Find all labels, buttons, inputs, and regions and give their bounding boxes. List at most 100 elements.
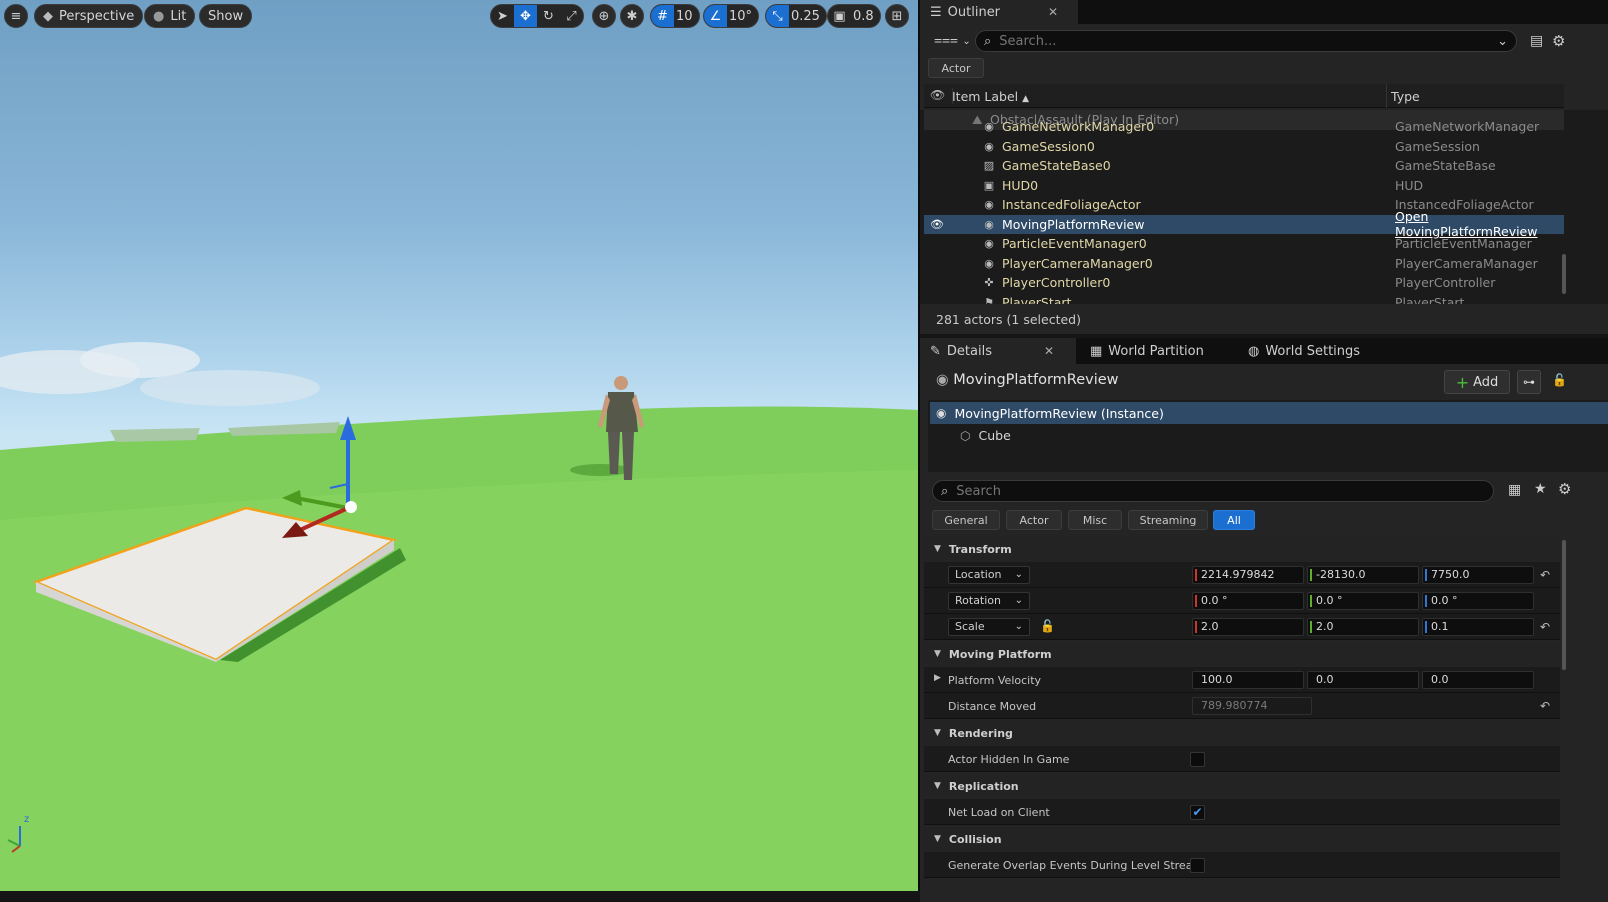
world-local-button[interactable]: ⊕ bbox=[592, 4, 616, 28]
add-component-button[interactable]: + Add bbox=[1444, 370, 1510, 394]
show-button[interactable]: Show bbox=[199, 4, 253, 28]
transform-section-header[interactable]: ▼ Transform bbox=[924, 537, 1560, 561]
details-scrollbar[interactable] bbox=[1562, 540, 1566, 670]
details-search-field[interactable] bbox=[956, 483, 1493, 499]
scale-lock-icon[interactable]: 🔓 bbox=[1040, 619, 1055, 633]
outliner-search-input[interactable]: ⌕ ⌄ bbox=[975, 30, 1517, 52]
viewport-scene: z bbox=[0, 342, 918, 891]
actor-filter-chip[interactable]: Actor bbox=[928, 58, 984, 78]
rotation-y-field[interactable]: 0.0 ° bbox=[1307, 592, 1419, 610]
level-viewport[interactable]: z ≡ ◆ Perspective ● Lit Show ➤ ✥ ↻ ⤢ ⊕ ✱… bbox=[0, 0, 918, 891]
viewport-layout-button[interactable]: ⊞ bbox=[885, 4, 909, 28]
expand-arrow-icon[interactable]: ▶ bbox=[934, 673, 941, 683]
outliner-row[interactable]: ◉ PlayerCameraManager0 PlayerCameraManager bbox=[924, 254, 1564, 274]
surface-snap-button[interactable]: ✱ bbox=[620, 4, 644, 28]
collapse-arrow-icon: ▼ bbox=[934, 728, 941, 738]
collapse-arrow-icon: ▼ bbox=[934, 834, 941, 844]
select-tool-button[interactable]: ➤ bbox=[491, 5, 514, 27]
perspective-button[interactable]: ◆ Perspective bbox=[34, 4, 144, 28]
visibility-eye-icon[interactable]: 👁 bbox=[930, 88, 945, 102]
location-dropdown[interactable]: Location ⌄ bbox=[948, 566, 1030, 584]
rendering-section-header[interactable]: ▼ Rendering bbox=[924, 721, 1560, 745]
scale-dropdown[interactable]: Scale ⌄ bbox=[948, 618, 1030, 636]
location-z-field[interactable]: 7750.0 bbox=[1422, 566, 1534, 584]
property-matrix-button[interactable]: ▦ bbox=[1508, 482, 1521, 498]
sort-ascending-icon: ▲ bbox=[1022, 94, 1030, 104]
rotation-snap-toggle[interactable]: ∠ bbox=[704, 5, 727, 27]
outliner-settings-button[interactable]: ⚙ bbox=[1552, 32, 1565, 50]
actor-hidden-checkbox[interactable] bbox=[1190, 752, 1205, 767]
scale-snap-group[interactable]: ⤡ 0.25 bbox=[765, 4, 827, 28]
outliner-list[interactable]: ⛰ ObstaclAssault (Play In Editor) ◉ GameN… bbox=[920, 110, 1608, 304]
add-folder-button[interactable]: ▤ bbox=[1530, 33, 1543, 49]
moving-platform-section-header[interactable]: ▼ Moving Platform bbox=[924, 642, 1560, 666]
rotation-dropdown[interactable]: Rotation ⌄ bbox=[948, 592, 1030, 610]
rotation-z-field[interactable]: 0.0 ° bbox=[1422, 592, 1534, 610]
camera-speed-group[interactable]: ▣ 0.8 bbox=[827, 4, 881, 28]
reset-icon[interactable]: ↶ bbox=[1540, 568, 1550, 582]
close-icon[interactable]: ✕ bbox=[1044, 344, 1054, 358]
tab-details[interactable]: ✎ Details ✕ bbox=[920, 338, 1076, 364]
replication-section-header[interactable]: ▼ Replication bbox=[924, 774, 1560, 798]
tab-outliner[interactable]: ☰ Outliner ✕ bbox=[920, 0, 1078, 24]
distance-moved-row: Distance Moved 789.980774 ↶ bbox=[924, 693, 1560, 719]
velocity-z-field[interactable]: 0.0 bbox=[1422, 671, 1534, 689]
velocity-y-field[interactable]: 0.0 bbox=[1307, 671, 1419, 689]
scale-x-field[interactable]: 2.0 bbox=[1192, 618, 1304, 636]
grid-snap-group[interactable]: # 10 bbox=[650, 4, 700, 28]
details-settings-button[interactable]: ⚙ bbox=[1558, 480, 1571, 498]
outliner-search-field[interactable] bbox=[999, 33, 1490, 49]
type-column[interactable]: Type bbox=[1391, 89, 1420, 104]
grid-snap-toggle[interactable]: # bbox=[651, 5, 674, 27]
component-row-cube[interactable]: ⬡ Cube bbox=[960, 428, 1011, 443]
outliner-row[interactable]: ◉ GameNetworkManager0 GameNetworkManager bbox=[924, 117, 1564, 137]
net-load-checkbox[interactable]: ✔ bbox=[1190, 805, 1205, 820]
rotate-tool-button[interactable]: ↻ bbox=[537, 5, 560, 27]
move-tool-button[interactable]: ✥ bbox=[514, 5, 537, 27]
visibility-eye-icon[interactable]: 👁 bbox=[930, 218, 944, 231]
details-search-input[interactable]: ⌕ bbox=[932, 480, 1494, 502]
grid-icon: ▦ bbox=[1090, 343, 1103, 359]
viewport-menu-button[interactable]: ≡ bbox=[4, 4, 28, 28]
filter-button[interactable]: ⩶ ⌄ bbox=[934, 32, 971, 48]
rotation-snap-group[interactable]: ∠ 10° bbox=[703, 4, 760, 28]
blueprint-button[interactable]: ⊶ bbox=[1517, 370, 1541, 394]
scale-snap-toggle[interactable]: ⤡ bbox=[766, 5, 789, 27]
item-label-column[interactable]: Item Label ▲ bbox=[952, 89, 1029, 104]
outliner-row[interactable]: ✜ PlayerController0 PlayerController bbox=[924, 273, 1564, 293]
outliner-scrollbar[interactable] bbox=[1562, 254, 1566, 294]
scale-tool-button[interactable]: ⤢ bbox=[560, 5, 583, 27]
reset-icon[interactable]: ↶ bbox=[1540, 699, 1550, 713]
scale-z-field[interactable]: 0.1 bbox=[1422, 618, 1534, 636]
camera-speed-button[interactable]: ▣ bbox=[828, 5, 851, 27]
velocity-x-field[interactable]: 100.0 bbox=[1192, 671, 1304, 689]
outliner-row[interactable]: ◉ GameSession0 GameSession bbox=[924, 137, 1564, 157]
rotation-x-field[interactable]: 0.0 ° bbox=[1192, 592, 1304, 610]
outliner-row[interactable]: ⚑ PlayerStart PlayerStart bbox=[924, 293, 1564, 304]
collision-section-header[interactable]: ▼ Collision bbox=[924, 827, 1560, 851]
component-row-instance[interactable]: ◉ MovingPlatformReview (Instance) bbox=[930, 402, 1608, 424]
filter-general[interactable]: General bbox=[932, 510, 1000, 530]
scale-y-field[interactable]: 2.0 bbox=[1307, 618, 1419, 636]
net-load-row: Net Load on Client ✔ bbox=[924, 799, 1560, 825]
outliner-row[interactable]: ◉ ParticleEventManager0 ParticleEventManag… bbox=[924, 234, 1564, 254]
tab-world-partition[interactable]: ▦ World Partition bbox=[1080, 338, 1214, 364]
filter-streaming[interactable]: Streaming bbox=[1128, 510, 1208, 530]
outliner-row[interactable]: ▣ HUD0 HUD bbox=[924, 176, 1564, 196]
outliner-row[interactable]: 👁 ◉ MovingPlatformReview Open MovingPlatfor… bbox=[924, 209, 1564, 239]
outliner-row[interactable]: ▨ GameStateBase0 GameStateBase bbox=[924, 156, 1564, 176]
tab-world-settings[interactable]: ◍ World Settings bbox=[1238, 338, 1370, 364]
filter-all[interactable]: All bbox=[1213, 510, 1255, 530]
close-icon[interactable]: ✕ bbox=[1048, 5, 1058, 19]
filter-actor[interactable]: Actor bbox=[1006, 510, 1062, 530]
lit-button[interactable]: ● Lit bbox=[144, 4, 196, 28]
overlap-events-checkbox[interactable] bbox=[1190, 858, 1205, 873]
location-y-field[interactable]: -28130.0 bbox=[1307, 566, 1419, 584]
filter-misc[interactable]: Misc bbox=[1068, 510, 1122, 530]
globe-icon: ◉ bbox=[984, 256, 994, 270]
globe-icon: ◉ bbox=[984, 198, 994, 212]
reset-icon[interactable]: ↶ bbox=[1540, 620, 1550, 634]
favorites-button[interactable]: ★ bbox=[1534, 481, 1547, 497]
lock-button[interactable]: 🔓 bbox=[1552, 373, 1567, 387]
location-x-field[interactable]: 2214.979842 bbox=[1192, 566, 1304, 584]
